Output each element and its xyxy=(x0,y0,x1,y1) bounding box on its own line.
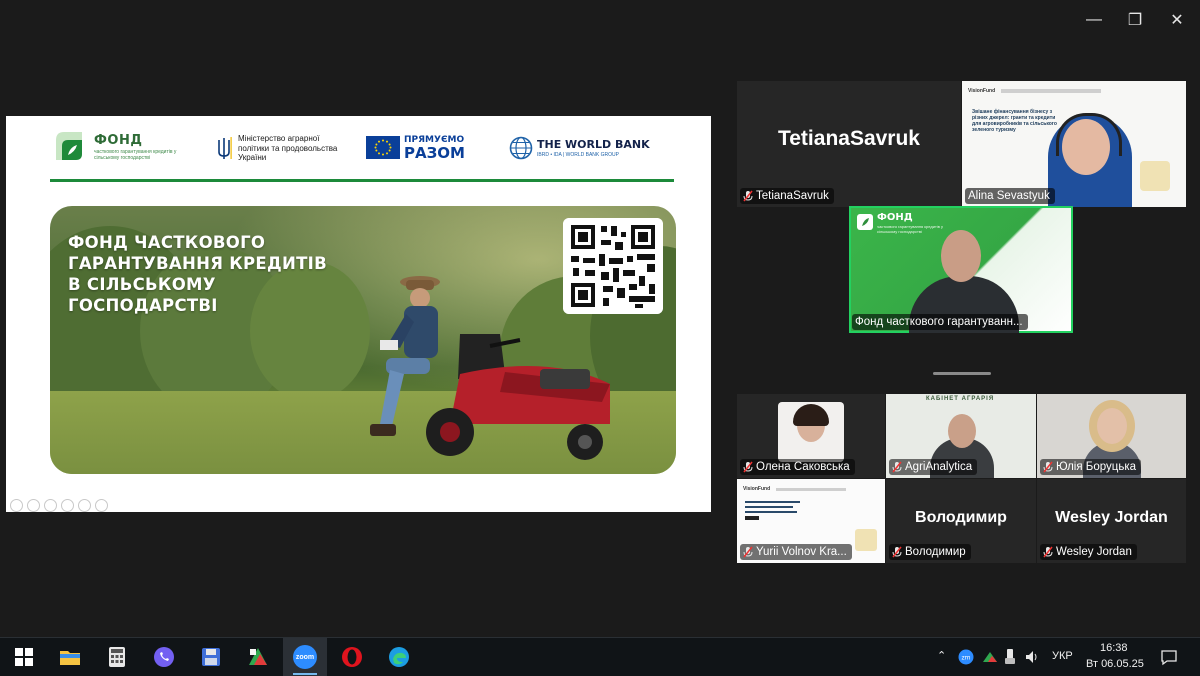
hero-title: ФОНД ЧАСТКОВОГО ГАРАНТУВАННЯ КРЕДИТІВ В … xyxy=(68,233,327,315)
fond-subtitle: часткового гарантування кредитів у сільс… xyxy=(94,149,177,161)
mic-muted-icon xyxy=(1043,461,1053,473)
participant-name-tag: TetianaSavruk xyxy=(740,188,834,204)
pointer-icon[interactable] xyxy=(61,499,74,512)
prev-slide-icon[interactable] xyxy=(10,499,23,512)
header-divider xyxy=(50,179,674,182)
mic-muted-icon xyxy=(743,190,753,202)
volume-icon[interactable] xyxy=(1024,648,1040,666)
face xyxy=(948,414,976,448)
file-explorer-icon[interactable] xyxy=(58,645,82,669)
windows-start-icon[interactable] xyxy=(12,645,36,669)
qr-code-icon[interactable] xyxy=(563,218,663,314)
slide-logo-row: ФОНД часткового гарантування кредитів у … xyxy=(6,116,711,178)
usb-device-icon[interactable] xyxy=(1004,648,1016,666)
face xyxy=(1097,408,1127,444)
fond-logo-icon xyxy=(857,214,873,230)
mic-muted-icon xyxy=(743,546,753,558)
participant-tile-alina[interactable]: VisionFund Звішане фінансування бізнесу … xyxy=(962,81,1186,207)
face xyxy=(941,230,981,282)
active-speaker-tile-fond[interactable]: ФОНД часткового гарантування кредитів у … xyxy=(849,206,1073,333)
fond-logo-icon xyxy=(56,132,82,160)
mic-muted-icon xyxy=(892,546,902,558)
picture-app-icon[interactable] xyxy=(246,645,270,669)
notifications-icon[interactable] xyxy=(1160,648,1178,666)
speaker-brand-sub: часткового гарантування кредитів у сільс… xyxy=(877,224,943,234)
show-hidden-icons-button[interactable]: ⌃ xyxy=(937,649,946,662)
next-slide-icon[interactable] xyxy=(27,499,40,512)
fond-title: ФОНД xyxy=(94,133,143,148)
headset-icon xyxy=(1056,113,1122,156)
participant-name-tag: Alina Sevastyuk xyxy=(965,188,1055,204)
calculator-icon[interactable] xyxy=(105,645,129,669)
participant-tile-yurii[interactable]: VisionFund Yurii Volnov Kra... xyxy=(737,479,885,563)
participant-tile-yulia[interactable]: Юлія Боруцька xyxy=(1037,394,1186,478)
hero-image-farmer-tractor: ФОНД ЧАСТКОВОГО ГАРАНТУВАННЯ КРЕДИТІВ В … xyxy=(50,206,676,474)
eu-flag-icon xyxy=(366,136,400,159)
zoom-tray-icon[interactable]: zm xyxy=(958,649,974,665)
participant-tile-volodymyr[interactable]: Володимир Володимир xyxy=(886,479,1036,563)
participant-tile-olena[interactable]: Олена Саковська xyxy=(737,394,885,478)
speaker-brand: ФОНД xyxy=(877,212,913,223)
poster-logo-strip: VisionFund xyxy=(743,484,879,494)
participant-name-tag: Wesley Jordan xyxy=(1040,544,1137,560)
world-bank-globe-icon xyxy=(509,136,533,160)
tray-app-icon[interactable] xyxy=(982,649,998,665)
opera-browser-icon[interactable] xyxy=(340,645,364,669)
clock-time[interactable]: 16:38 xyxy=(1100,642,1128,654)
ukraine-trident-icon xyxy=(218,137,232,159)
zoom-icon[interactable] xyxy=(78,499,91,512)
participant-name-tag: AgriAnalytica xyxy=(889,459,978,475)
input-language-indicator[interactable]: УКР xyxy=(1052,650,1073,662)
poster-decoration xyxy=(1140,161,1170,191)
panel-resize-handle[interactable] xyxy=(933,372,991,375)
participant-name-large: TetianaSavruk xyxy=(777,126,920,150)
participant-name-tag: Фонд часткового гарантуванн... xyxy=(852,314,1028,330)
participant-tile-tetiana[interactable]: TetianaSavruk TetianaSavruk xyxy=(737,81,961,207)
more-icon[interactable] xyxy=(95,499,108,512)
close-button[interactable]: ✕ xyxy=(1165,10,1189,30)
clock-date[interactable]: Вт 06.05.25 xyxy=(1086,658,1144,670)
save-disk-icon[interactable] xyxy=(199,645,223,669)
zoom-app-icon[interactable]: zoom xyxy=(293,645,317,669)
poster-text: Звішане фінансування бізнесу з різних дж… xyxy=(972,109,1057,133)
viber-icon[interactable] xyxy=(152,645,176,669)
ministry-name: Міністерство аграрної політики та продов… xyxy=(238,134,338,162)
poster-logo-strip: VisionFund xyxy=(968,86,1180,96)
edge-browser-icon[interactable] xyxy=(387,645,411,669)
participant-name-tag: Олена Саковська xyxy=(740,459,855,475)
mic-muted-icon xyxy=(743,461,753,473)
poster-text-lines xyxy=(745,501,805,521)
participant-tile-agrianalytica[interactable]: КАБІНЕТ АГРАРІЯ AgriAnalytica xyxy=(886,394,1036,478)
world-bank-title: THE WORLD BANK xyxy=(537,138,650,151)
world-bank-subtitle: IBRD • IDA | WORLD BANK GROUP xyxy=(537,152,619,158)
participant-name-tag: Юлія Боруцька xyxy=(1040,459,1142,475)
eu-slogan-line2: РАЗОМ xyxy=(404,144,465,162)
background-banner: КАБІНЕТ АГРАРІЯ xyxy=(926,396,995,402)
restore-button[interactable]: ❐ xyxy=(1123,10,1147,30)
slide-toolbar xyxy=(10,499,108,512)
mic-muted-icon xyxy=(892,461,902,473)
participant-name-tag: Yurii Volnov Kra... xyxy=(740,544,852,560)
participant-tile-wesley[interactable]: Wesley Jordan Wesley Jordan xyxy=(1037,479,1186,563)
shared-screen-slide: ФОНД часткового гарантування кредитів у … xyxy=(6,116,711,512)
participant-name-tag: Володимир xyxy=(889,544,971,560)
poster-decoration xyxy=(855,529,877,551)
svg-text:zm: zm xyxy=(962,655,971,662)
windows-taskbar: zoom ⌃ zm УКР 16:38 Вт 06.05.25 xyxy=(0,637,1200,676)
mic-muted-icon xyxy=(1043,546,1053,558)
participant-name-large: Wesley Jordan xyxy=(1055,508,1168,526)
pen-icon[interactable] xyxy=(44,499,57,512)
minimize-button[interactable]: — xyxy=(1082,10,1106,30)
participant-name-large: Володимир xyxy=(915,508,1007,526)
